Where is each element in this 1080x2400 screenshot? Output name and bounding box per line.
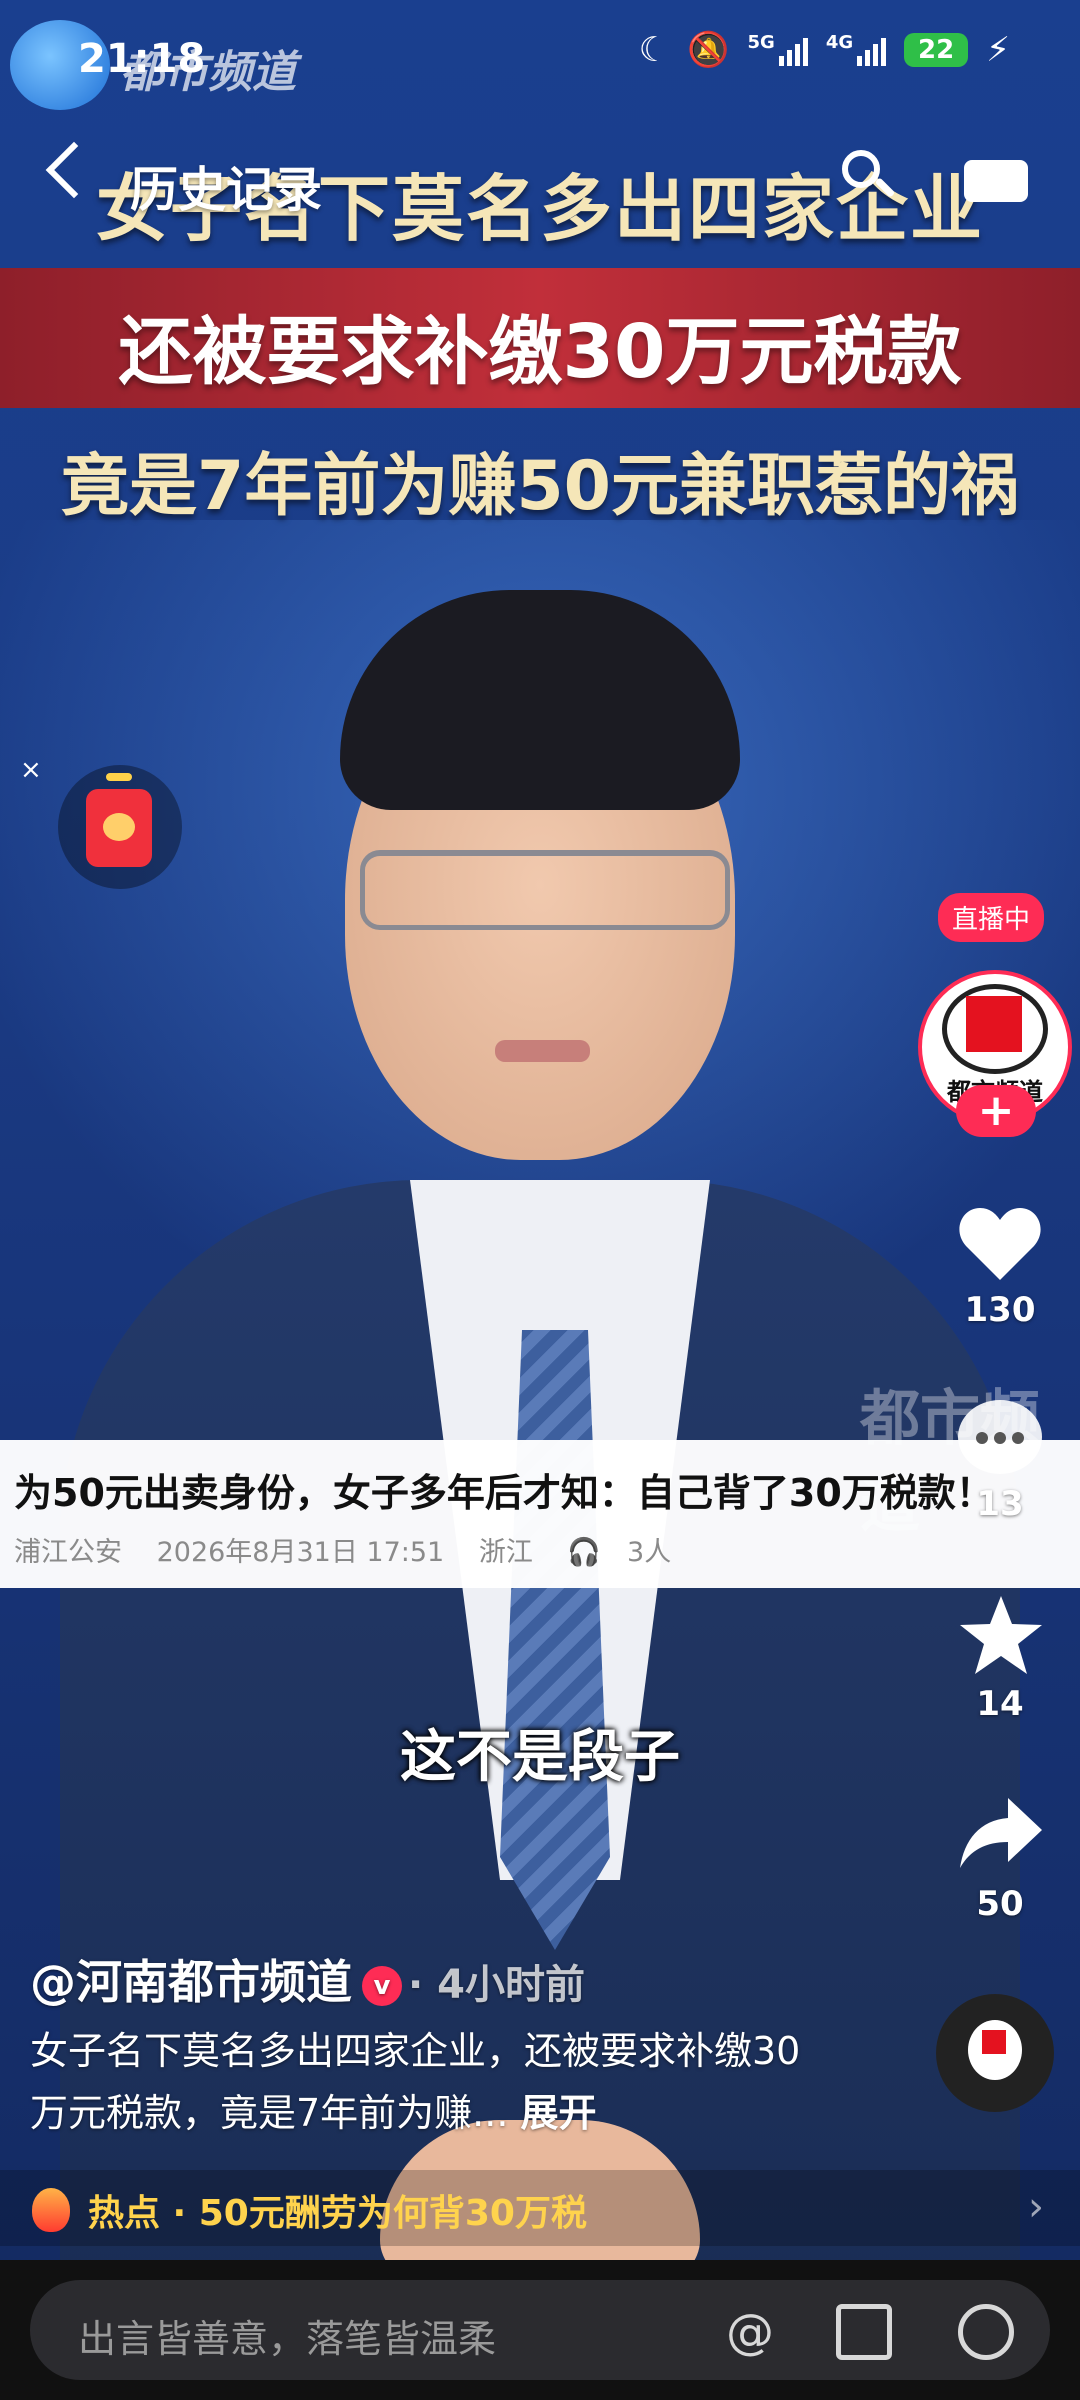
follow-button[interactable]: + <box>956 1085 1036 1137</box>
music-disc-logo <box>968 2020 1022 2080</box>
image-icon[interactable] <box>836 2304 892 2360</box>
signal-4g-icon <box>857 34 887 66</box>
avatar-logo-square <box>966 996 1022 1052</box>
star-icon <box>950 1590 1050 1680</box>
mute-bell-icon: 🔕 <box>687 30 730 70</box>
comment-placeholder: 出言皆善意，落笔皆温柔 <box>78 2317 497 2361</box>
share-arrow-icon <box>950 1790 1050 1880</box>
comment-button[interactable]: 13 <box>940 1390 1060 1524</box>
like-count: 130 <box>964 1290 1036 1330</box>
headphone-icon: 🎧 <box>567 1537 602 1568</box>
news-card: 为50元出卖身份，女子多年后才知：自己背了30万税款！ 浦江公安 2026年8月… <box>0 1440 1080 1588</box>
heart-icon <box>950 1196 1050 1286</box>
news-card-title: 为50元出卖身份，女子多年后才知：自己背了30万税款！ <box>14 1471 994 1515</box>
anchor-mouth <box>495 1040 590 1062</box>
music-disc-icon[interactable] <box>936 1994 1054 2112</box>
red-envelope-coin <box>103 813 135 841</box>
news-card-datetime: 2026年8月31日 17:51 <box>156 1537 445 1568</box>
status-time: 21:18 <box>78 36 206 82</box>
news-card-meta: 浦江公安 2026年8月31日 17:51 浙江 🎧 3人 <box>14 1530 697 1569</box>
hot-topic-bar[interactable]: 热点 · 50元酬劳为何背30万税 › <box>0 2170 1080 2246</box>
signal-5g-icon <box>778 34 808 66</box>
charging-icon: ⚡ <box>986 30 1010 70</box>
share-count: 50 <box>976 1884 1024 1924</box>
network-5g-label: 5G <box>747 31 775 53</box>
emoji-icon[interactable] <box>958 2304 1014 2360</box>
comment-input[interactable]: 出言皆善意，落笔皆温柔 @ <box>30 2280 1050 2380</box>
post-time-ago: · 4小时前 <box>408 1962 585 2008</box>
verified-icon: v <box>362 1965 402 2006</box>
hot-topic-label: 热点 · 50元酬劳为何背30万税 <box>88 2193 587 2234</box>
battery-icon: 22 <box>904 33 969 67</box>
news-card-location: 浙江 <box>478 1537 533 1568</box>
video-headline-2: 还被要求补缴30万元税款 <box>118 309 962 395</box>
at-mention-icon[interactable]: @ <box>722 2304 778 2360</box>
author-name[interactable]: @河南都市频道 <box>30 1955 352 2009</box>
post-description[interactable]: 女子名下莫名多出四家企业，还被要求补缴30万元税款，竟是7年前为赚... 展开 <box>30 2020 830 2144</box>
status-bar: 都市频道 21:18 ☾ 🔕 5G 4G 22 ⚡ <box>0 0 1080 110</box>
red-packet-progress <box>106 773 132 781</box>
post-description-text: 女子名下莫名多出四家企业，还被要求补缴30万元税款，竟是7年前为赚... <box>30 2029 801 2135</box>
video-player[interactable]: 女子名下莫名多出四家企业 还被要求补缴30万元税款 竟是7年前为赚50元兼职惹的… <box>0 0 1080 2260</box>
author-line[interactable]: @河南都市频道 v · 4小时前 <box>30 1946 585 2012</box>
page-title[interactable]: 历史记录 <box>130 150 322 220</box>
chevron-right-icon: › <box>1028 2184 1044 2230</box>
comment-bubble <box>958 1400 1042 1474</box>
video-subtitle: 这不是段子 <box>400 1725 680 1790</box>
message-icon[interactable] <box>964 160 1028 202</box>
news-card-listeners: 3人 <box>627 1537 672 1568</box>
red-packet-button[interactable] <box>58 765 182 889</box>
comment-count: 13 <box>976 1484 1024 1524</box>
anchor-glasses <box>360 850 730 930</box>
flame-icon <box>32 2188 70 2232</box>
news-card-source: 浦江公安 <box>14 1537 122 1568</box>
video-headline-3: 竟是7年前为赚50元兼职惹的祸 <box>61 447 1019 526</box>
favorite-button[interactable]: 14 <box>940 1590 1060 1724</box>
comment-bar: 出言皆善意，落笔皆温柔 @ <box>0 2260 1080 2400</box>
favorite-count: 14 <box>976 1684 1024 1724</box>
network-4g-label: 4G <box>825 31 854 53</box>
moon-icon: ☾ <box>638 30 670 70</box>
live-badge[interactable]: 直播中 <box>938 893 1045 942</box>
like-button[interactable]: 130 <box>940 1196 1060 1330</box>
status-icons: ☾ 🔕 5G 4G 22 ⚡ <box>639 30 1010 70</box>
red-packet-close-icon[interactable]: × <box>20 755 42 785</box>
expand-link[interactable]: 展开 <box>521 2091 597 2135</box>
search-icon[interactable] <box>842 150 896 200</box>
search-icon-ring <box>842 150 880 188</box>
share-button[interactable]: 50 <box>940 1790 1060 1924</box>
comment-icon <box>950 1390 1050 1480</box>
